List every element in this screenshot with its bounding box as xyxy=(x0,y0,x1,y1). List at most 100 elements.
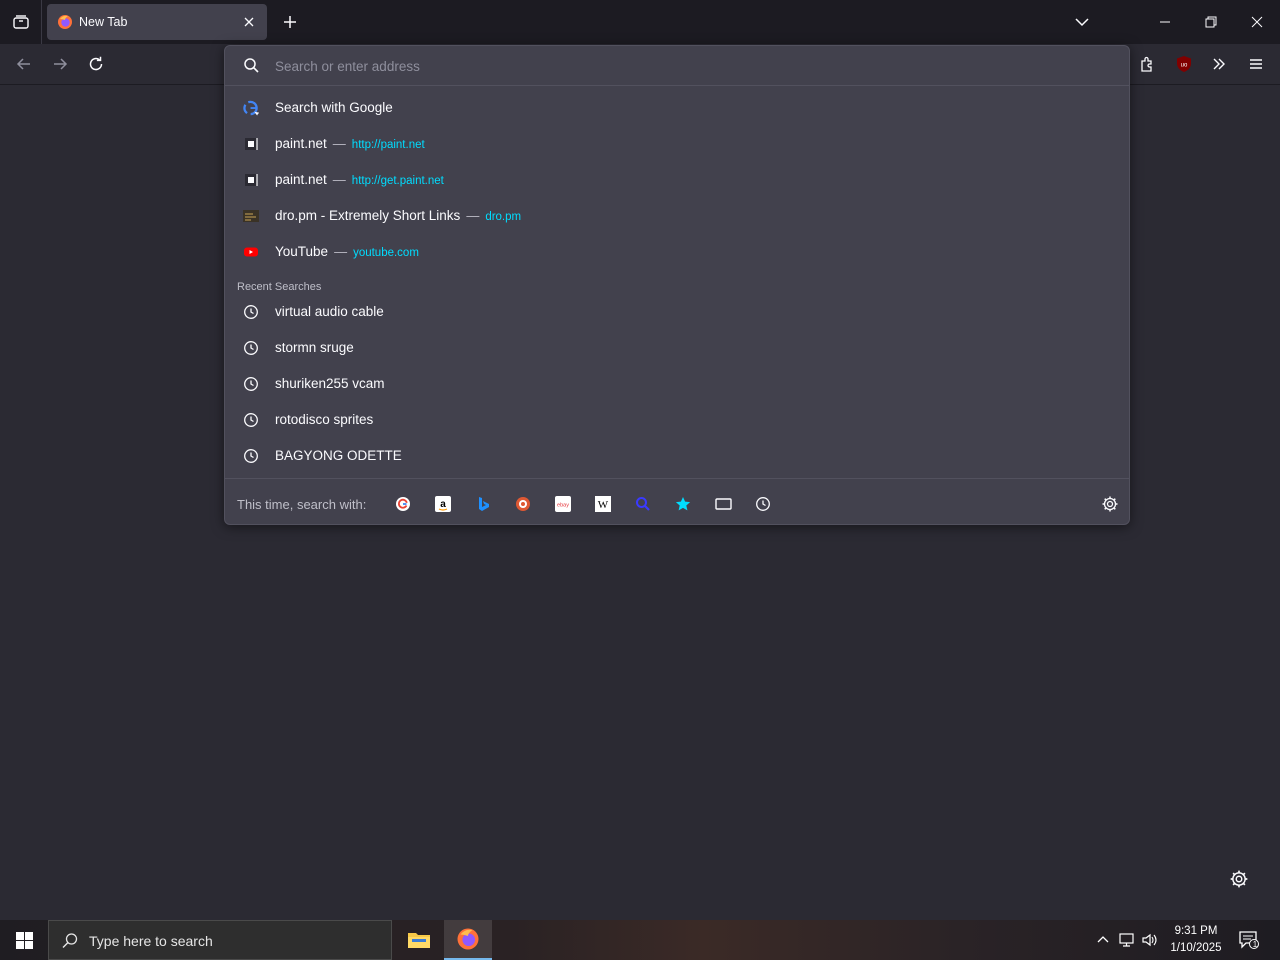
puzzle-icon xyxy=(1141,56,1152,72)
result-url: http://paint.net xyxy=(351,139,425,151)
recent-search-item[interactable]: virtual audio cable xyxy=(235,295,1121,329)
google-icon xyxy=(396,497,410,511)
tab-bar: New Tab xyxy=(0,0,1280,44)
clock-icon xyxy=(756,497,770,511)
clock-icon xyxy=(243,412,259,428)
result-title: Search with Google xyxy=(275,100,393,115)
result-separator: — xyxy=(466,208,480,223)
recent-search-text: virtual audio cable xyxy=(275,304,384,319)
svg-text:W: W xyxy=(598,499,609,511)
oneoff-wikipedia-button[interactable]: W xyxy=(594,495,612,513)
close-icon xyxy=(1251,16,1263,28)
result-get-paint-net[interactable]: paint.net — http://get.paint.net xyxy=(235,163,1121,197)
oneoff-search-button[interactable] xyxy=(634,495,652,513)
dropm-icon xyxy=(243,208,259,224)
taskbar-file-explorer[interactable] xyxy=(395,920,443,960)
newtab-personalize-button[interactable] xyxy=(1229,869,1249,889)
one-off-label: This time, search with: xyxy=(237,497,367,512)
result-separator: — xyxy=(332,136,346,151)
recent-search-text: shuriken255 vcam xyxy=(275,376,385,391)
oneoff-google-button[interactable] xyxy=(394,495,412,513)
result-separator: — xyxy=(332,172,346,187)
restore-button[interactable] xyxy=(1201,12,1221,32)
result-title: paint.net xyxy=(275,172,327,187)
svg-text:a: a xyxy=(440,499,446,510)
list-all-tabs-button[interactable] xyxy=(0,0,42,44)
show-hidden-icons-button[interactable] xyxy=(1094,930,1112,950)
result-search-google[interactable]: Search with Google xyxy=(235,91,1121,125)
recent-search-item[interactable]: shuriken255 vcam xyxy=(235,367,1121,401)
extensions-button[interactable] xyxy=(1138,54,1158,74)
plus-icon xyxy=(284,16,296,28)
recent-search-item[interactable]: stormn sruge xyxy=(235,331,1121,365)
gear-icon xyxy=(1230,870,1248,888)
back-button[interactable] xyxy=(14,54,34,74)
result-paint-net[interactable]: paint.net — http://paint.net xyxy=(235,127,1121,161)
network-icon xyxy=(1119,933,1134,947)
result-youtube[interactable]: YouTube — youtube.com xyxy=(235,235,1121,269)
folder-icon xyxy=(408,933,430,948)
chevron-down-icon xyxy=(1075,18,1089,27)
more-tools-button[interactable] xyxy=(1209,54,1229,74)
urlbar xyxy=(225,46,1129,86)
oneoff-tabs-button[interactable] xyxy=(714,495,732,513)
new-tab-button[interactable] xyxy=(280,12,300,32)
ebay-icon: ebay xyxy=(555,496,571,512)
svg-text:ebay: ebay xyxy=(557,503,569,509)
forward-button[interactable] xyxy=(50,54,70,74)
magnifier-icon xyxy=(636,497,650,511)
recent-search-item[interactable]: rotodisco sprites xyxy=(235,403,1121,437)
oneoff-history-button[interactable] xyxy=(754,495,772,513)
page-icon xyxy=(243,136,259,152)
close-icon xyxy=(244,17,254,27)
minimize-button[interactable] xyxy=(1155,12,1175,32)
tab-icon xyxy=(714,498,732,510)
taskbar-search-box[interactable]: Type here to search xyxy=(48,920,392,960)
ublock-icon: uo xyxy=(1177,56,1191,72)
clock-icon xyxy=(243,340,259,356)
network-button[interactable] xyxy=(1118,930,1136,950)
app-menu-button[interactable] xyxy=(1246,54,1266,74)
tab-new-tab[interactable]: New Tab xyxy=(47,4,267,40)
volume-button[interactable] xyxy=(1141,930,1159,950)
clock-icon xyxy=(243,304,259,320)
taskbar-clock[interactable]: 9:31 PM 1/10/2025 xyxy=(1164,923,1228,957)
duckduckgo-icon xyxy=(516,497,530,511)
amazon-icon: a xyxy=(435,496,451,512)
restore-icon xyxy=(1205,16,1217,28)
firefox-icon xyxy=(58,15,72,29)
recent-searches-heading: Recent Searches xyxy=(237,281,322,293)
youtube-icon xyxy=(243,244,259,260)
taskbar-firefox[interactable] xyxy=(444,920,492,960)
tabs-overflow-button[interactable] xyxy=(1072,12,1092,32)
oneoff-bing-button[interactable] xyxy=(474,495,492,513)
oneoff-bookmarks-button[interactable] xyxy=(674,495,692,513)
recent-search-item[interactable]: BAGYONG ODETTE xyxy=(235,439,1121,473)
search-settings-button[interactable] xyxy=(1101,495,1119,513)
recent-search-text: stormn sruge xyxy=(275,340,354,355)
reload-button[interactable] xyxy=(86,54,106,74)
urlbar-input[interactable] xyxy=(275,54,1095,78)
result-dro-pm[interactable]: dro.pm - Extremely Short Links — dro.pm xyxy=(235,199,1121,233)
search-icon xyxy=(244,58,259,73)
close-tab-button[interactable] xyxy=(241,14,257,30)
chevron-up-icon xyxy=(1097,936,1109,943)
reload-icon xyxy=(89,56,103,71)
wikipedia-icon: W xyxy=(595,496,611,512)
start-button[interactable] xyxy=(0,920,48,960)
back-arrow-icon xyxy=(16,58,30,70)
clock-date: 1/10/2025 xyxy=(1170,942,1222,954)
clock-time: 9:31 PM xyxy=(1174,925,1218,937)
result-url: dro.pm xyxy=(485,211,522,223)
oneoff-duckduckgo-button[interactable] xyxy=(514,495,532,513)
oneoff-amazon-button[interactable]: a xyxy=(434,495,452,513)
recent-search-text: BAGYONG ODETTE xyxy=(275,448,402,463)
svg-text:uo: uo xyxy=(1181,63,1188,69)
ublock-origin-button[interactable]: uo xyxy=(1174,54,1194,74)
search-icon xyxy=(62,933,78,948)
hamburger-menu-icon xyxy=(1250,59,1262,69)
page-icon xyxy=(243,172,259,188)
oneoff-ebay-button[interactable]: ebay xyxy=(554,495,572,513)
close-window-button[interactable] xyxy=(1247,12,1267,32)
tab-title: New Tab xyxy=(79,15,128,29)
